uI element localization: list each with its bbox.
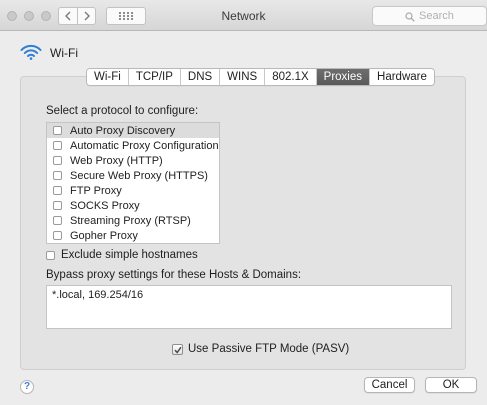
list-item[interactable]: Gopher Proxy <box>47 228 219 243</box>
bypass-label: Bypass proxy settings for these Hosts & … <box>46 269 302 281</box>
passive-ftp-label: Use Passive FTP Mode (PASV) <box>188 343 350 355</box>
protocol-checkbox[interactable] <box>53 156 62 165</box>
search-field[interactable]: Search <box>372 6 487 26</box>
help-button[interactable]: ? <box>20 380 34 394</box>
passive-ftp-option[interactable]: Use Passive FTP Mode (PASV) <box>172 343 349 355</box>
protocol-checkbox[interactable] <box>53 216 62 225</box>
tab-bar: Wi-Fi TCP/IP DNS WINS 802.1X Proxies Har… <box>86 68 435 86</box>
list-item[interactable]: FTP Proxy <box>47 183 219 198</box>
checkmark-icon <box>174 346 182 354</box>
protocol-checkbox[interactable] <box>53 231 62 240</box>
search-placeholder: Search <box>419 10 454 22</box>
list-item[interactable]: Automatic Proxy Configuration <box>47 138 219 153</box>
protocol-label: SOCKS Proxy <box>70 199 140 212</box>
protocol-checkbox[interactable] <box>53 141 62 150</box>
list-item[interactable]: SOCKS Proxy <box>47 198 219 213</box>
tab-8021x[interactable]: 802.1X <box>265 69 317 85</box>
bypass-hosts-field[interactable]: *.local, 169.254/16 <box>46 285 452 329</box>
ok-button[interactable]: OK <box>425 377 477 393</box>
network-preferences-window: Network Search Wi-Fi Wi-Fi TCP/IP DNS WI… <box>0 0 487 405</box>
protocol-label: Automatic Proxy Configuration <box>70 139 219 152</box>
interface-name: Wi-Fi <box>50 46 78 60</box>
wifi-icon <box>20 44 42 60</box>
list-item[interactable]: Web Proxy (HTTP) <box>47 153 219 168</box>
protocol-checkbox[interactable] <box>53 186 62 195</box>
protocol-label: Web Proxy (HTTP) <box>70 154 163 167</box>
exclude-simple-hostnames-label: Exclude simple hostnames <box>61 249 198 261</box>
exclude-simple-hostnames-checkbox[interactable] <box>46 250 55 260</box>
protocol-checkbox[interactable] <box>53 171 62 180</box>
tab-dns[interactable]: DNS <box>180 69 221 85</box>
protocol-checkbox[interactable] <box>53 126 62 135</box>
cancel-button[interactable]: Cancel <box>364 377 415 393</box>
protocol-label: Gopher Proxy <box>70 229 138 242</box>
passive-ftp-checkbox[interactable] <box>172 343 183 355</box>
list-item[interactable]: Streaming Proxy (RTSP) <box>47 213 219 228</box>
protocol-label: Auto Proxy Discovery <box>70 124 176 137</box>
tab-tcpip[interactable]: TCP/IP <box>128 69 181 85</box>
protocol-label: FTP Proxy <box>70 184 122 197</box>
tab-wins[interactable]: WINS <box>220 69 266 85</box>
protocol-label: Secure Web Proxy (HTTPS) <box>70 169 208 182</box>
exclude-simple-hostnames[interactable]: Exclude simple hostnames <box>46 249 198 261</box>
list-item[interactable]: Auto Proxy Discovery <box>47 123 219 138</box>
protocol-label: Streaming Proxy (RTSP) <box>70 214 191 227</box>
protocol-prompt: Select a protocol to configure: <box>46 105 199 117</box>
protocol-checkbox[interactable] <box>53 201 62 210</box>
tab-wifi[interactable]: Wi-Fi <box>87 69 129 85</box>
title-bar: Network Search <box>0 0 487 31</box>
protocol-list: Auto Proxy Discovery Automatic Proxy Con… <box>46 122 220 244</box>
list-item[interactable]: Secure Web Proxy (HTTPS) <box>47 168 219 183</box>
search-icon <box>405 12 415 22</box>
tab-proxies[interactable]: Proxies <box>316 69 371 85</box>
tab-hardware[interactable]: Hardware <box>370 69 434 85</box>
